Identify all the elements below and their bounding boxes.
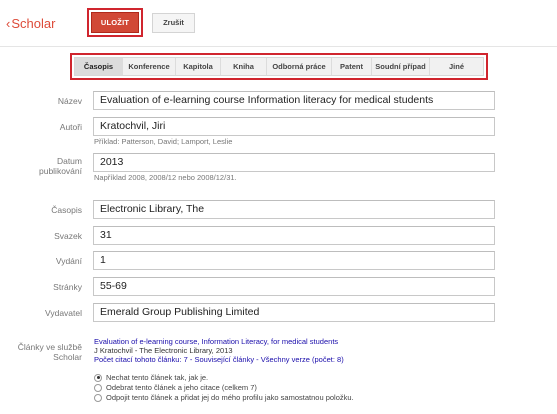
scholar-articles-label-line1: Články ve službě — [17, 342, 82, 352]
option-label: Odpojit tento článek a přidat jej do méh… — [106, 393, 354, 402]
pages-input[interactable]: 55-69 — [93, 277, 495, 296]
authors-hint: Příklad: Patterson, David; Lamport, Lesl… — [94, 137, 233, 146]
back-link-label: Scholar — [11, 16, 56, 31]
scholar-article-title-link[interactable]: Evaluation of e-learning course, Informa… — [94, 337, 338, 346]
tab-patent[interactable]: Patent — [332, 58, 372, 75]
chevron-left-icon: ‹ — [6, 16, 11, 31]
tab-konference[interactable]: Konference — [123, 58, 176, 75]
tab-soudni-pripad[interactable]: Soudní případ — [372, 58, 430, 75]
document-type-tabs: Časopis Konference Kapitola Kniha Odborn… — [74, 57, 484, 76]
option-label: Odebrat tento článek a jeho citace (celk… — [106, 383, 257, 392]
journal-label: Časopis — [51, 205, 82, 215]
date-input[interactable]: 2013 — [93, 153, 495, 172]
issue-input[interactable]: 1 — [93, 251, 495, 270]
date-hint: Například 2008, 2008/12 nebo 2008/12/31. — [94, 173, 237, 182]
publisher-label: Vydavatel — [44, 308, 82, 318]
publisher-input[interactable]: Emerald Group Publishing Limited — [93, 303, 495, 322]
authors-label: Autoři — [59, 122, 82, 132]
tab-casopis[interactable]: Časopis — [75, 58, 123, 75]
cancel-button[interactable]: Zrušit — [152, 13, 195, 33]
radio-button[interactable] — [94, 383, 102, 392]
radio-button[interactable] — [94, 393, 102, 402]
volume-label: Svazek — [54, 231, 82, 241]
radio-button[interactable] — [94, 373, 102, 382]
scholar-article-links[interactable]: Počet citací tohoto článku: 7 - Souvisej… — [94, 355, 344, 364]
date-label-line2: publikování — [38, 166, 82, 176]
option-detach-article[interactable]: Odpojit tento článek a přidat jej do méh… — [94, 393, 354, 402]
authors-input[interactable]: Kratochvil, Jiri — [93, 117, 495, 136]
tab-jine[interactable]: Jiné — [430, 58, 483, 75]
title-input[interactable]: Evaluation of e-learning course Informat… — [93, 91, 495, 110]
title-label: Název — [57, 96, 82, 106]
save-button[interactable]: ULOŽIT — [91, 12, 139, 33]
back-to-scholar-link[interactable]: ‹ Scholar — [6, 16, 55, 31]
top-bar-divider — [0, 46, 557, 47]
option-keep-article[interactable]: Nechat tento článek tak, jak je. — [94, 373, 208, 382]
tab-kniha[interactable]: Kniha — [221, 58, 267, 75]
scholar-articles-label-line2: Scholar — [53, 352, 82, 362]
tab-kapitola[interactable]: Kapitola — [176, 58, 221, 75]
tab-odborna-prace[interactable]: Odborná práce — [267, 58, 332, 75]
journal-input[interactable]: Electronic Library, The — [93, 200, 495, 219]
top-bar — [0, 0, 557, 46]
option-remove-article[interactable]: Odebrat tento článek a jeho citace (celk… — [94, 383, 257, 392]
option-label: Nechat tento článek tak, jak je. — [106, 373, 209, 382]
volume-input[interactable]: 31 — [93, 226, 495, 245]
issue-label: Vydání — [55, 256, 82, 266]
date-label-line1: Datum — [56, 156, 82, 166]
pages-label: Stránky — [53, 282, 82, 292]
scholar-article-author: J Kratochvil - The Electronic Library, 2… — [94, 346, 233, 355]
